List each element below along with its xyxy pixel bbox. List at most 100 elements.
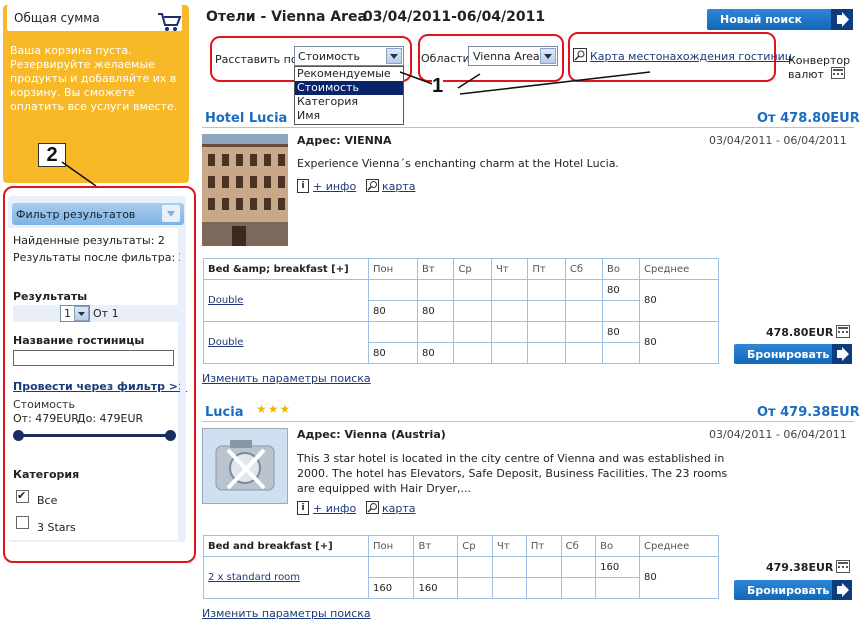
more-info-link[interactable]: + инфо <box>313 502 356 515</box>
price-cell <box>527 342 566 364</box>
day-header: Сб <box>564 258 604 280</box>
total-price: 478.80EUR <box>766 326 834 339</box>
calculator-icon[interactable] <box>836 325 850 338</box>
price-cell <box>368 321 418 343</box>
price-cell <box>368 279 418 301</box>
category-3stars-checkbox[interactable] <box>16 516 29 529</box>
change-search-link[interactable]: Изменить параметры поиска <box>202 607 371 620</box>
avg-cell: 80 <box>639 279 719 322</box>
book-label: Бронировать <box>747 348 830 361</box>
results-page-value: 1 <box>64 307 71 320</box>
sort-select[interactable]: Стоимость <box>294 46 404 66</box>
arrow-right-icon <box>832 580 852 600</box>
price-slider-max-handle[interactable] <box>165 430 176 441</box>
price-slider-track <box>18 434 170 437</box>
collapse-icon[interactable] <box>162 205 180 222</box>
category-3stars-label: 3 Stars <box>37 521 76 534</box>
results-of: От 1 <box>93 307 119 320</box>
category-label: Категория <box>13 468 80 481</box>
price-cell <box>490 321 529 343</box>
map-link[interactable]: карта <box>382 180 416 193</box>
arrow-right-icon <box>831 9 853 30</box>
price-cell <box>490 300 529 322</box>
area-label: Области <box>421 52 470 65</box>
book-button[interactable]: Бронировать <box>734 344 852 364</box>
hotel-dates: 03/04/2011 - 06/04/2011 <box>709 134 847 147</box>
price-cell <box>413 556 459 578</box>
info-icon[interactable]: i <box>297 179 309 193</box>
hotel-map-link[interactable]: Карта местонахождения гостиниц <box>590 50 792 63</box>
change-search-link[interactable]: Изменить параметры поиска <box>202 372 371 385</box>
day-header: Вт <box>416 258 455 280</box>
shopping-cart-icon[interactable] <box>156 10 182 32</box>
calculator-icon[interactable] <box>831 67 845 79</box>
price-cell <box>527 321 566 343</box>
room-link[interactable]: Double <box>208 337 243 348</box>
magnifier-map-icon[interactable] <box>366 179 379 192</box>
price-cell <box>602 342 640 364</box>
price-cell <box>453 279 492 301</box>
room-link[interactable]: 2 x standard room <box>208 572 300 583</box>
sort-option[interactable]: Категория <box>295 95 403 109</box>
results-label: Результаты <box>13 290 88 303</box>
book-button[interactable]: Бронировать <box>734 580 852 600</box>
no-photo-placeholder <box>202 428 288 504</box>
more-info-link[interactable]: + инфо <box>313 180 356 193</box>
area-select[interactable]: Vienna Area <box>468 46 558 66</box>
hotel-name[interactable]: Lucia <box>205 405 243 420</box>
info-icon[interactable]: i <box>297 501 309 515</box>
hotel-name[interactable]: Hotel Lucia <box>205 111 287 126</box>
price-cell <box>602 300 640 322</box>
filter-scrollbar[interactable] <box>180 228 186 538</box>
category-all-checkbox[interactable]: ✔ <box>16 490 29 503</box>
magnifier-map-icon[interactable] <box>573 48 587 62</box>
price-cell <box>525 556 562 578</box>
hotel-description: This 3 star hotel is located in the city… <box>297 452 728 495</box>
sort-option-selected[interactable]: Стоимость <box>295 81 403 95</box>
sort-option[interactable]: Рекомендуемые <box>295 67 403 81</box>
price-cell: 160 <box>595 556 640 578</box>
hotel-name-label: Название гостиницы <box>13 334 145 347</box>
divider <box>202 421 854 422</box>
price-cell: 160 <box>413 577 459 599</box>
price-cell: 80 <box>416 342 455 364</box>
price-cell <box>453 342 492 364</box>
magnifier-map-icon[interactable] <box>366 501 379 514</box>
day-header: Ср <box>457 535 494 557</box>
board-type[interactable]: Bed and breakfast [+] <box>203 535 369 557</box>
day-header: Во <box>602 258 640 280</box>
category-all-label: Все <box>37 494 58 507</box>
hotel-name-input[interactable] <box>13 350 174 366</box>
day-header: Пт <box>527 258 566 280</box>
new-search-button[interactable]: Новый поиск <box>707 9 853 30</box>
price-cell: 80 <box>368 342 418 364</box>
map-link[interactable]: карта <box>382 502 416 515</box>
day-header: Чт <box>490 258 529 280</box>
chevron-down-icon <box>540 48 556 64</box>
price-cell <box>490 279 529 301</box>
price-slider-min-handle[interactable] <box>13 430 24 441</box>
room-link[interactable]: Double <box>208 295 243 306</box>
price-cell <box>564 321 604 343</box>
apply-filter-link[interactable]: Провести через фильтр >> <box>13 380 187 393</box>
sort-option[interactable]: Имя <box>295 109 403 123</box>
calculator-icon[interactable] <box>836 560 850 573</box>
hotel-photo[interactable] <box>202 134 288 246</box>
day-header: Во <box>595 535 640 557</box>
day-header: Чт <box>492 535 527 557</box>
price-cell <box>416 321 455 343</box>
hotel-description: Experience Vienna´s enchanting charm at … <box>297 157 619 170</box>
star-rating: ★★★ <box>256 402 292 416</box>
results-page-select[interactable]: 1 <box>60 305 90 322</box>
rates-table: Bed &amp; breakfast [+] Пон Вт Ср Чт Пт … <box>203 258 719 364</box>
price-cell <box>492 556 527 578</box>
price-cell <box>564 342 604 364</box>
found-results: Найденные результаты: 2 <box>13 234 165 247</box>
hotel-dates: 03/04/2011 - 06/04/2011 <box>709 428 847 441</box>
board-type[interactable]: Bed &amp; breakfast [+] <box>203 258 369 280</box>
avg-header: Среднее <box>639 258 719 280</box>
arrow-right-icon <box>832 344 852 364</box>
hotel-address: Адрес: Vienna (Austria) <box>297 428 446 441</box>
cart-title: Общая сумма <box>14 11 100 25</box>
price-cell <box>595 577 640 599</box>
